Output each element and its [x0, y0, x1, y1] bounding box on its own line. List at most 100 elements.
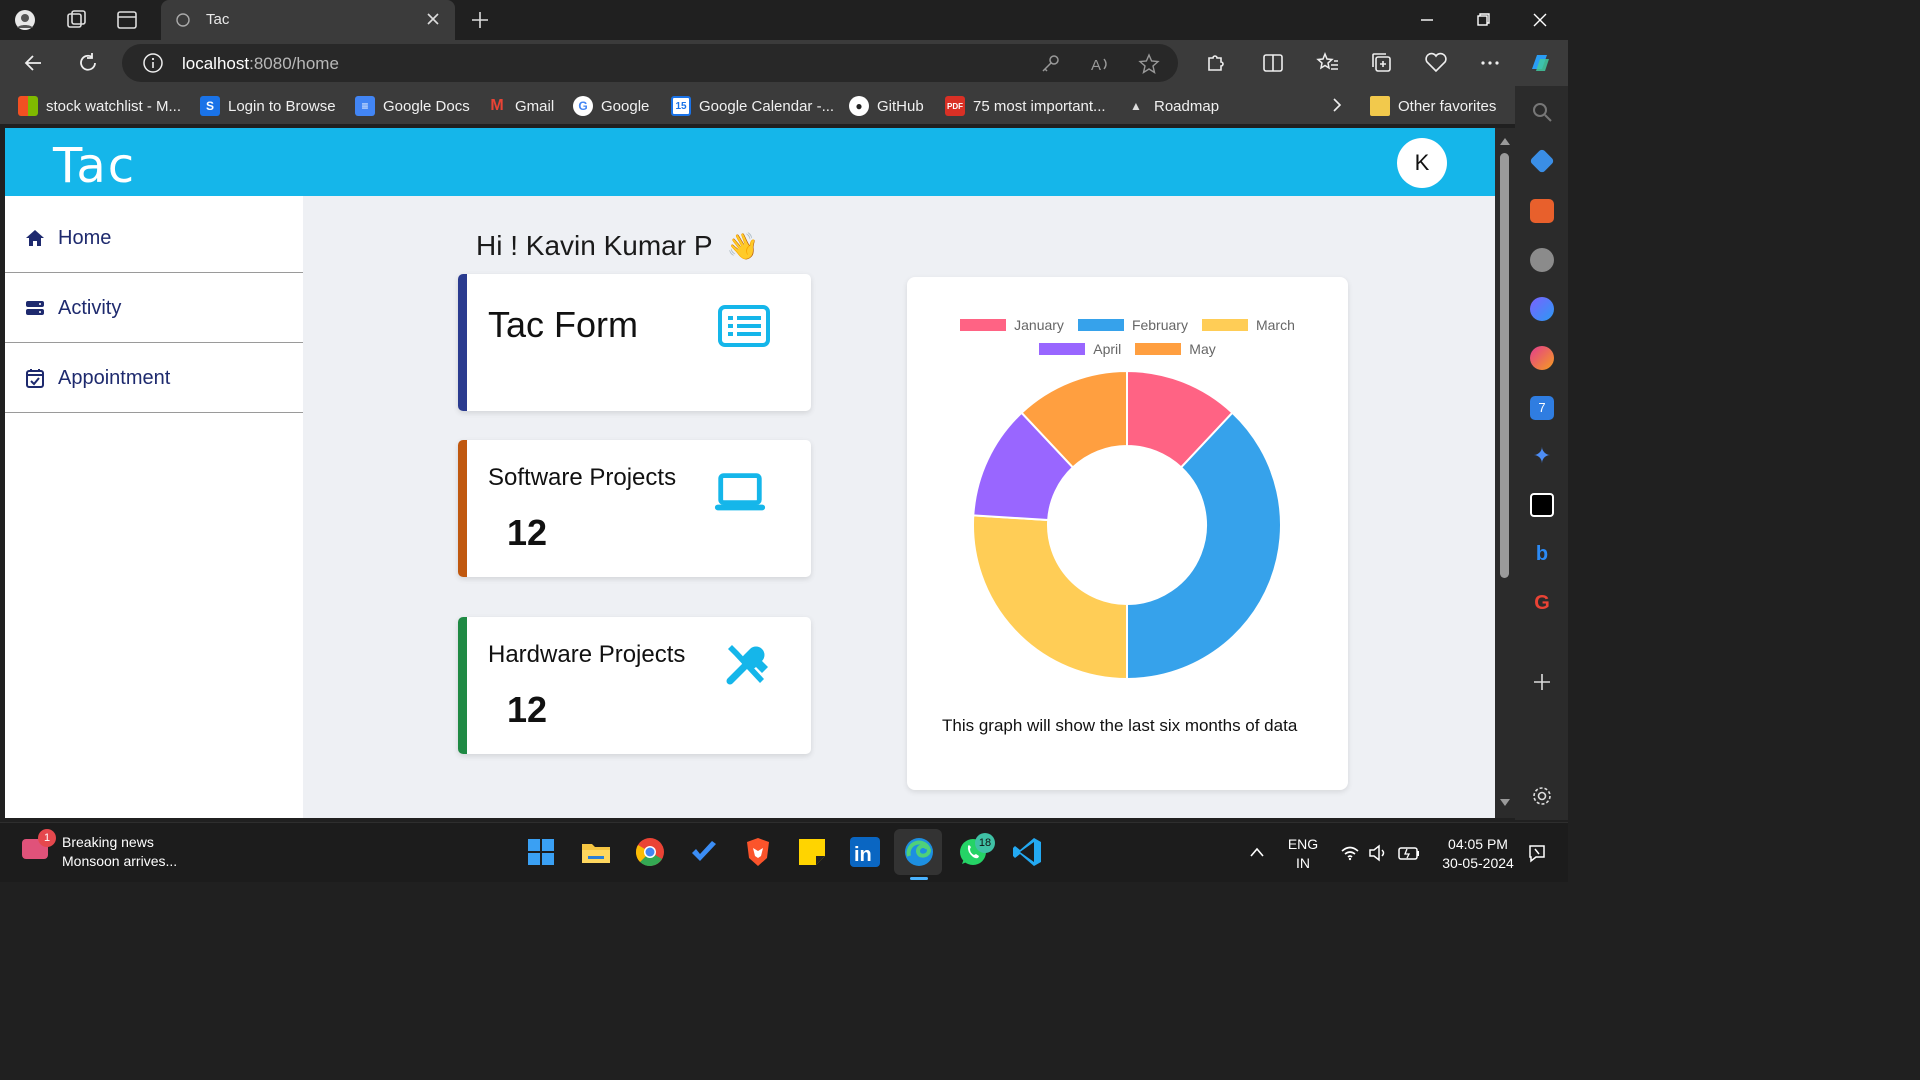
chatgpt-icon[interactable]	[1530, 493, 1554, 517]
search-icon[interactable]	[1530, 100, 1554, 124]
news-icon: 1	[22, 829, 56, 863]
edge-sidebar: 7 ✦ b G	[1515, 86, 1568, 820]
nav-item-appointment[interactable]: Appointment	[5, 344, 303, 413]
page-scrollbar[interactable]	[1495, 128, 1515, 818]
list-icon	[718, 305, 770, 347]
shopping-tag-icon[interactable]	[1529, 148, 1555, 174]
volume-icon[interactable]	[1368, 844, 1388, 862]
add-sidebar-app-icon[interactable]	[1530, 670, 1554, 694]
more-bookmarks-chevron-icon[interactable]	[1328, 96, 1346, 114]
bookmarks-bar: stock watchlist - M... S Login to Browse…	[0, 86, 1515, 124]
news-widget[interactable]: 1 Breaking news Monsoon arrives...	[22, 829, 177, 871]
greeting: Hi ! Kavin Kumar P 👋	[476, 230, 759, 262]
file-explorer-icon[interactable]	[580, 836, 612, 868]
linkedin-icon[interactable]: in	[849, 836, 881, 868]
card-title: Tac Form	[488, 304, 639, 345]
edge-browser-icon[interactable]	[903, 836, 935, 868]
legend-item-february[interactable]: February	[1077, 317, 1188, 333]
whatsapp-badge: 18	[975, 833, 995, 853]
vscode-icon[interactable]	[1011, 836, 1043, 868]
wifi-icon[interactable]	[1340, 845, 1360, 861]
tray-expand-chevron-icon[interactable]	[1249, 846, 1265, 858]
back-icon[interactable]	[21, 50, 47, 76]
bookmark-stock-watchlist[interactable]: stock watchlist - M...	[18, 95, 181, 117]
favorite-star-icon[interactable]	[1138, 53, 1160, 75]
key-icon[interactable]	[1039, 53, 1061, 75]
news-badge: 1	[38, 829, 56, 847]
close-window-icon[interactable]	[1526, 8, 1554, 32]
tab-close-icon[interactable]	[423, 9, 443, 29]
favorites-icon[interactable]	[1315, 50, 1341, 76]
bookmark-login-to-browse[interactable]: S Login to Browse	[200, 95, 336, 117]
bookmark-gmail[interactable]: M Gmail	[487, 95, 554, 117]
bookmark-other-favorites[interactable]: Other favorites	[1370, 95, 1496, 117]
battery-icon[interactable]	[1397, 844, 1421, 862]
browser-essentials-icon[interactable]	[1423, 50, 1449, 76]
address-bar[interactable]: localhost:8080/home A	[122, 44, 1178, 82]
card-software-projects[interactable]: Software Projects 12	[458, 440, 811, 577]
minimize-icon[interactable]	[1413, 8, 1441, 32]
chart-legend: January February March April May	[907, 317, 1348, 365]
extensions-icon[interactable]	[1202, 50, 1228, 76]
microsoft-365-icon[interactable]	[1530, 297, 1554, 321]
bing-icon[interactable]: b	[1530, 542, 1554, 566]
brave-icon[interactable]	[742, 836, 774, 868]
more-menu-icon[interactable]	[1477, 50, 1503, 76]
github-icon: ●	[849, 96, 869, 116]
card-hardware-projects[interactable]: Hardware Projects 12	[458, 617, 811, 754]
news-title: Breaking news	[62, 834, 154, 850]
google-search-icon[interactable]: G	[1530, 591, 1554, 615]
tools-briefcase-icon[interactable]	[1530, 199, 1554, 223]
windows-start-icon[interactable]	[525, 836, 557, 868]
bookmark-google-calendar[interactable]: 15 Google Calendar -...	[671, 95, 834, 117]
restore-icon[interactable]	[1469, 8, 1497, 32]
site-info-icon[interactable]	[142, 52, 164, 74]
rocket-icon: ▲	[1130, 99, 1142, 113]
clock[interactable]: 04:05 PM 30-05-2024	[1436, 835, 1520, 873]
legend-item-march[interactable]: March	[1201, 317, 1295, 333]
new-tab-icon[interactable]	[468, 8, 492, 32]
legend-item-may[interactable]: May	[1135, 341, 1216, 357]
url-text[interactable]: localhost:8080/home	[182, 54, 339, 74]
collections-icon[interactable]	[1369, 50, 1395, 76]
sticky-notes-icon[interactable]	[796, 836, 828, 868]
legend-item-january[interactable]: January	[960, 317, 1064, 333]
sidebar-settings-icon[interactable]	[1530, 784, 1554, 808]
doughnut-slice-march[interactable]	[972, 514, 1128, 681]
doughnut-slice-february[interactable]	[1126, 411, 1282, 681]
doughnut-chart[interactable]	[967, 365, 1287, 685]
bookmark-google[interactable]: G Google	[573, 95, 649, 117]
scroll-down-icon[interactable]	[1499, 798, 1511, 808]
bookmark-75-most-important[interactable]: PDF 75 most important...	[945, 95, 1106, 117]
gemini-icon[interactable]: ✦	[1530, 444, 1554, 468]
bookmark-google-docs[interactable]: ≡ Google Docs	[355, 95, 470, 117]
outlook-calendar-icon[interactable]: 7	[1530, 396, 1554, 420]
designer-icon[interactable]	[1530, 346, 1554, 370]
nav-item-home[interactable]: Home	[5, 204, 303, 273]
todo-icon[interactable]	[688, 836, 720, 868]
language-indicator[interactable]: ENG IN	[1282, 835, 1324, 873]
user-avatar[interactable]: K	[1397, 138, 1447, 188]
nav-item-activity[interactable]: Activity	[5, 274, 303, 343]
card-tac-form[interactable]: Tac Form	[458, 274, 811, 411]
profile-icon[interactable]	[13, 8, 37, 32]
copilot-icon[interactable]	[1527, 50, 1553, 76]
notifications-icon[interactable]	[1526, 842, 1548, 864]
bookmark-roadmap[interactable]: ▲ Roadmap	[1126, 95, 1219, 117]
scroll-up-icon[interactable]	[1499, 136, 1511, 146]
tab-actions-icon[interactable]	[115, 8, 139, 32]
legend-item-april[interactable]: April	[1039, 341, 1121, 357]
web-page: Tac K Home Activity Appointment Hi ! Kav…	[5, 128, 1495, 818]
browser-tab-active[interactable]: Tac	[161, 0, 455, 40]
chrome-icon[interactable]	[634, 836, 666, 868]
bookmark-github[interactable]: ● GitHub	[849, 95, 924, 117]
read-aloud-icon[interactable]: A	[1089, 53, 1111, 75]
app-header: Tac K	[5, 128, 1495, 196]
split-screen-icon[interactable]	[1260, 50, 1286, 76]
svg-text:A: A	[1091, 57, 1101, 74]
scroll-thumb[interactable]	[1500, 153, 1509, 578]
games-icon[interactable]	[1530, 248, 1554, 272]
workspaces-icon[interactable]	[64, 8, 88, 32]
refresh-icon[interactable]	[75, 50, 101, 76]
app-logo[interactable]: Tac	[53, 138, 136, 194]
